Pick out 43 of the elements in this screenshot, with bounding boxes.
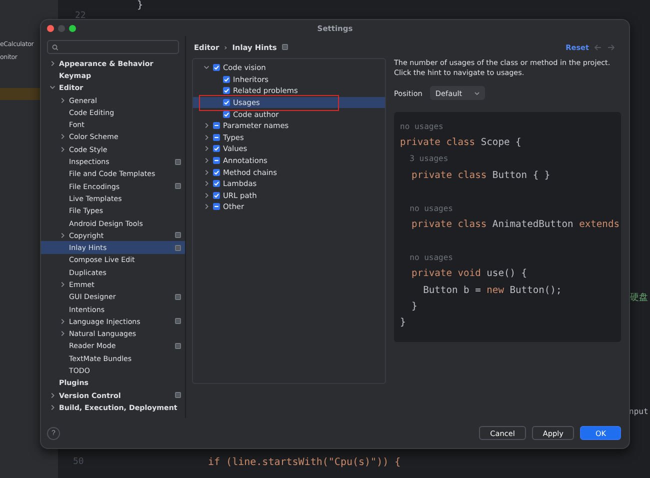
checkbox[interactable] [213,122,220,130]
code-line: } [400,316,407,330]
search-field[interactable] [47,40,179,54]
zoom-button[interactable] [69,24,76,32]
settings-scope-icon [175,318,181,324]
code-fragment: nput [629,407,648,416]
selected-row-highlight [0,88,40,100]
code-line: private class Button { } [410,168,552,183]
checkbox[interactable] [213,180,220,188]
code-line: } [410,300,418,314]
code-line: private class Scope { [400,136,522,150]
code-line: Button b = new Button(); [422,284,563,298]
chevron-right-icon[interactable] [59,280,66,288]
settings-scope-icon [175,342,181,349]
checkbox[interactable] [223,110,230,118]
checkbox[interactable] [213,192,220,199]
search-icon [52,44,60,50]
code-line: private void use() { [410,267,528,282]
checkbox[interactable] [223,99,230,106]
checkbox[interactable] [213,168,220,176]
chevron-right-icon[interactable] [49,60,56,67]
chevron-down-icon [474,90,480,96]
chevron-down-icon[interactable] [203,64,210,72]
settings-scope-icon [175,294,181,300]
settings-scope-icon [175,232,181,238]
checkbox[interactable] [213,134,220,141]
settings-scope-icon [175,158,181,165]
checkbox[interactable] [213,145,220,152]
checkbox[interactable] [213,203,220,210]
checkbox[interactable] [223,76,230,83]
code-line: if (line.startsWith("Cpu(s)")) { [208,457,401,468]
settings-scope-icon [175,244,181,251]
checkbox[interactable] [213,157,220,164]
chevron-right-icon[interactable] [59,96,66,104]
settings-scope-icon [175,183,181,190]
code-fragment: 硬盘 [630,292,648,304]
chevron-down-icon[interactable] [49,84,56,92]
chevron-right-icon[interactable] [59,232,66,239]
checkbox[interactable] [213,64,220,72]
checkbox[interactable] [223,87,230,94]
close-button[interactable] [47,24,54,32]
settings-scope-icon [175,392,181,398]
code-line: } [137,0,144,11]
